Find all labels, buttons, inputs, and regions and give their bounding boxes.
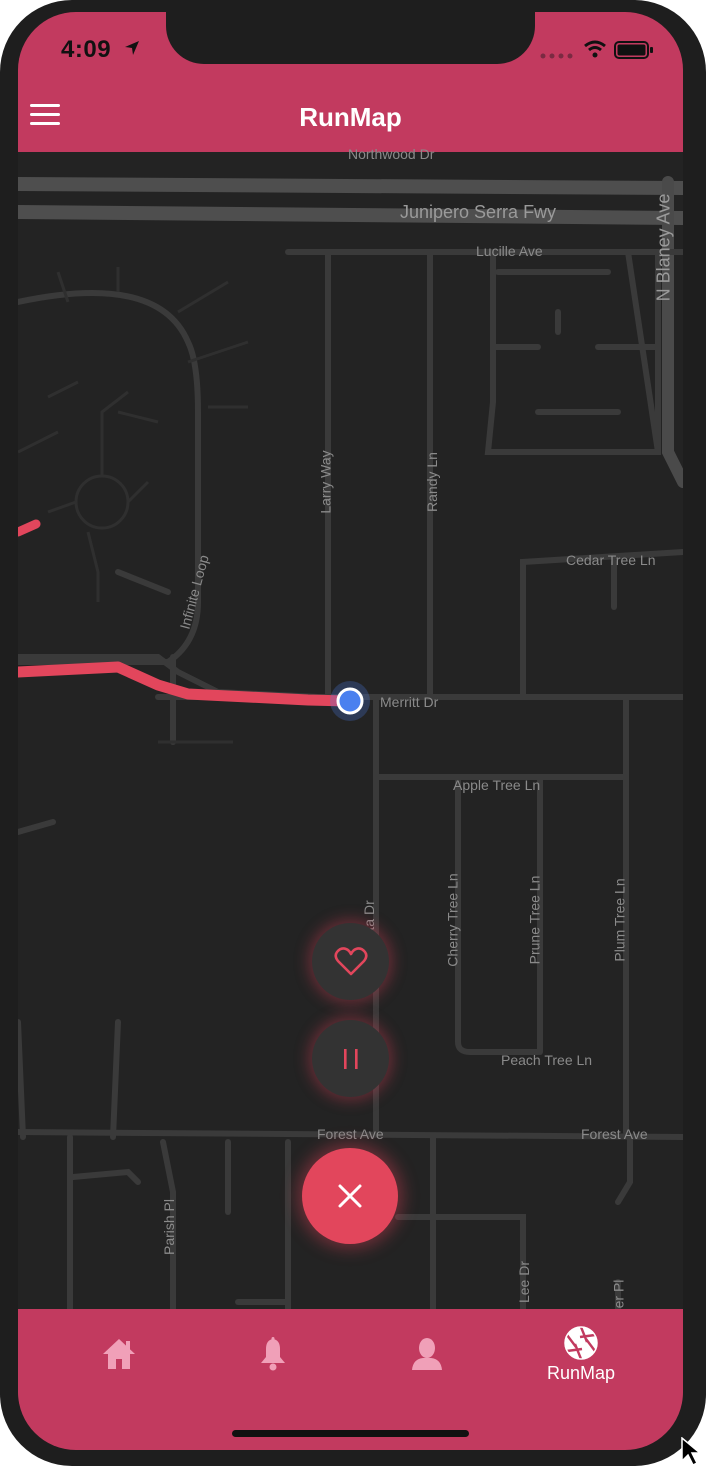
map-label-larry: Larry Way	[317, 450, 334, 514]
map-label-forest-1: Forest Ave	[317, 1126, 384, 1142]
app-screen: 4:09 RunMap Northwood Dr Junipero Serra …	[18, 12, 683, 1450]
map-label-merritt: Merritt Dr	[380, 694, 439, 710]
tab-home[interactable]	[36, 1309, 202, 1399]
bell-icon	[261, 1337, 285, 1371]
bottom-tab-bar: RunMap	[18, 1309, 683, 1450]
run-route-segment	[18, 519, 41, 537]
map-label-forest-2: Forest Ave	[581, 1126, 648, 1142]
map-label-junipero: Junipero Serra Fwy	[400, 202, 557, 222]
device-notch	[166, 12, 535, 64]
map-label-northwood: Northwood Dr	[348, 146, 435, 162]
current-location-dot	[336, 687, 364, 715]
device-frame: 4:09 RunMap Northwood Dr Junipero Serra …	[0, 0, 706, 1466]
favorite-button[interactable]	[312, 923, 389, 1000]
close-icon	[338, 1184, 362, 1208]
map-label-plum: Plum Tree Ln	[611, 878, 628, 962]
heart-icon	[333, 946, 368, 975]
home-icon	[103, 1339, 135, 1369]
pause-button[interactable]	[312, 1020, 389, 1097]
tab-runmap[interactable]: RunMap	[498, 1309, 664, 1399]
home-indicator[interactable]	[232, 1430, 469, 1437]
location-arrow-icon	[125, 41, 139, 55]
signal-icon	[540, 53, 573, 59]
map-label-apple: Apple Tree Ln	[453, 777, 541, 793]
map-label-peach: Peach Tree Ln	[501, 1052, 593, 1068]
aperture-icon	[564, 1325, 598, 1360]
user-icon	[412, 1338, 442, 1370]
battery-icon	[614, 41, 653, 59]
map-label-er-pl: er Pl	[610, 1279, 627, 1309]
pause-icon	[343, 1048, 358, 1069]
map-view[interactable]: Northwood Dr Junipero Serra Fwy Lucille …	[18, 146, 683, 1309]
stop-run-button[interactable]	[302, 1148, 398, 1244]
map-label-blaney: N Blaney Ave	[653, 193, 674, 302]
map-label-lucille: Lucille Ave	[476, 243, 543, 259]
tab-profile[interactable]	[344, 1309, 510, 1399]
status-time: 4:09	[61, 36, 112, 63]
map-label-prune: Prune Tree Ln	[526, 875, 543, 965]
tab-runmap-label: RunMap	[546, 1362, 616, 1383]
map-label-parish: Parish Pl	[161, 1198, 178, 1256]
map-label-cherry: Cherry Tree Ln	[444, 873, 461, 967]
tab-notifications[interactable]	[190, 1309, 356, 1399]
map-label-cedar: Cedar Tree Ln	[566, 552, 656, 568]
mouse-cursor-icon	[681, 1437, 703, 1466]
app-header: 4:09 RunMap	[18, 12, 683, 152]
map-label-randy: Randy Ln	[423, 452, 440, 512]
page-title: RunMap	[299, 102, 402, 132]
wifi-icon	[584, 40, 606, 58]
map-label-lee: Lee Dr	[516, 1260, 533, 1304]
